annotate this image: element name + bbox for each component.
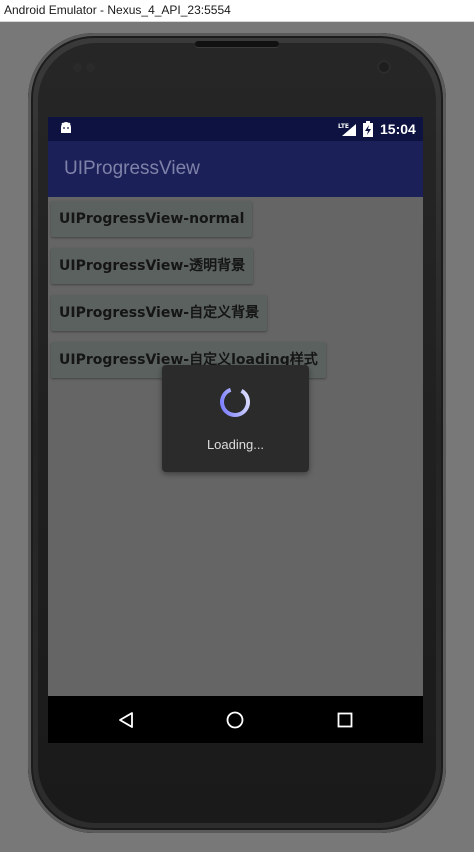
- recents-icon: [337, 712, 353, 728]
- earpiece-speaker: [195, 41, 279, 47]
- network-label: LTE: [338, 123, 349, 130]
- proximity-sensor: [73, 63, 82, 72]
- loading-dialog: Loading...: [162, 365, 309, 472]
- device-screen: LTE 15:04 UIProgressView UIProgressView-…: [48, 117, 423, 743]
- light-sensor: [86, 63, 95, 72]
- nav-back-button[interactable]: [112, 706, 140, 734]
- loading-message: Loading...: [206, 437, 265, 452]
- window-titlebar: Android Emulator - Nexus_4_API_23:5554: [0, 0, 474, 22]
- nav-home-button[interactable]: [221, 706, 249, 734]
- nav-recents-button[interactable]: [331, 706, 359, 734]
- navigation-bar: [48, 696, 423, 743]
- loading-spinner-icon: [220, 387, 250, 417]
- status-time: 15:04: [380, 121, 416, 137]
- battery-icon: [363, 121, 373, 137]
- lte-signal-icon: LTE: [338, 123, 356, 136]
- transparent-bg-button[interactable]: UIProgressView-透明背景: [51, 248, 254, 284]
- app-bar: UIProgressView: [48, 141, 423, 197]
- status-bar: LTE 15:04: [48, 117, 423, 141]
- android-icon: [61, 122, 71, 133]
- normal-button[interactable]: UIProgressView-normal: [51, 201, 253, 237]
- front-camera: [377, 60, 391, 74]
- back-icon: [119, 712, 133, 728]
- home-icon: [226, 711, 244, 729]
- app-title: UIProgressView: [64, 158, 200, 179]
- custom-bg-button[interactable]: UIProgressView-自定义背景: [51, 295, 268, 331]
- window-title: Android Emulator - Nexus_4_API_23:5554: [4, 3, 231, 17]
